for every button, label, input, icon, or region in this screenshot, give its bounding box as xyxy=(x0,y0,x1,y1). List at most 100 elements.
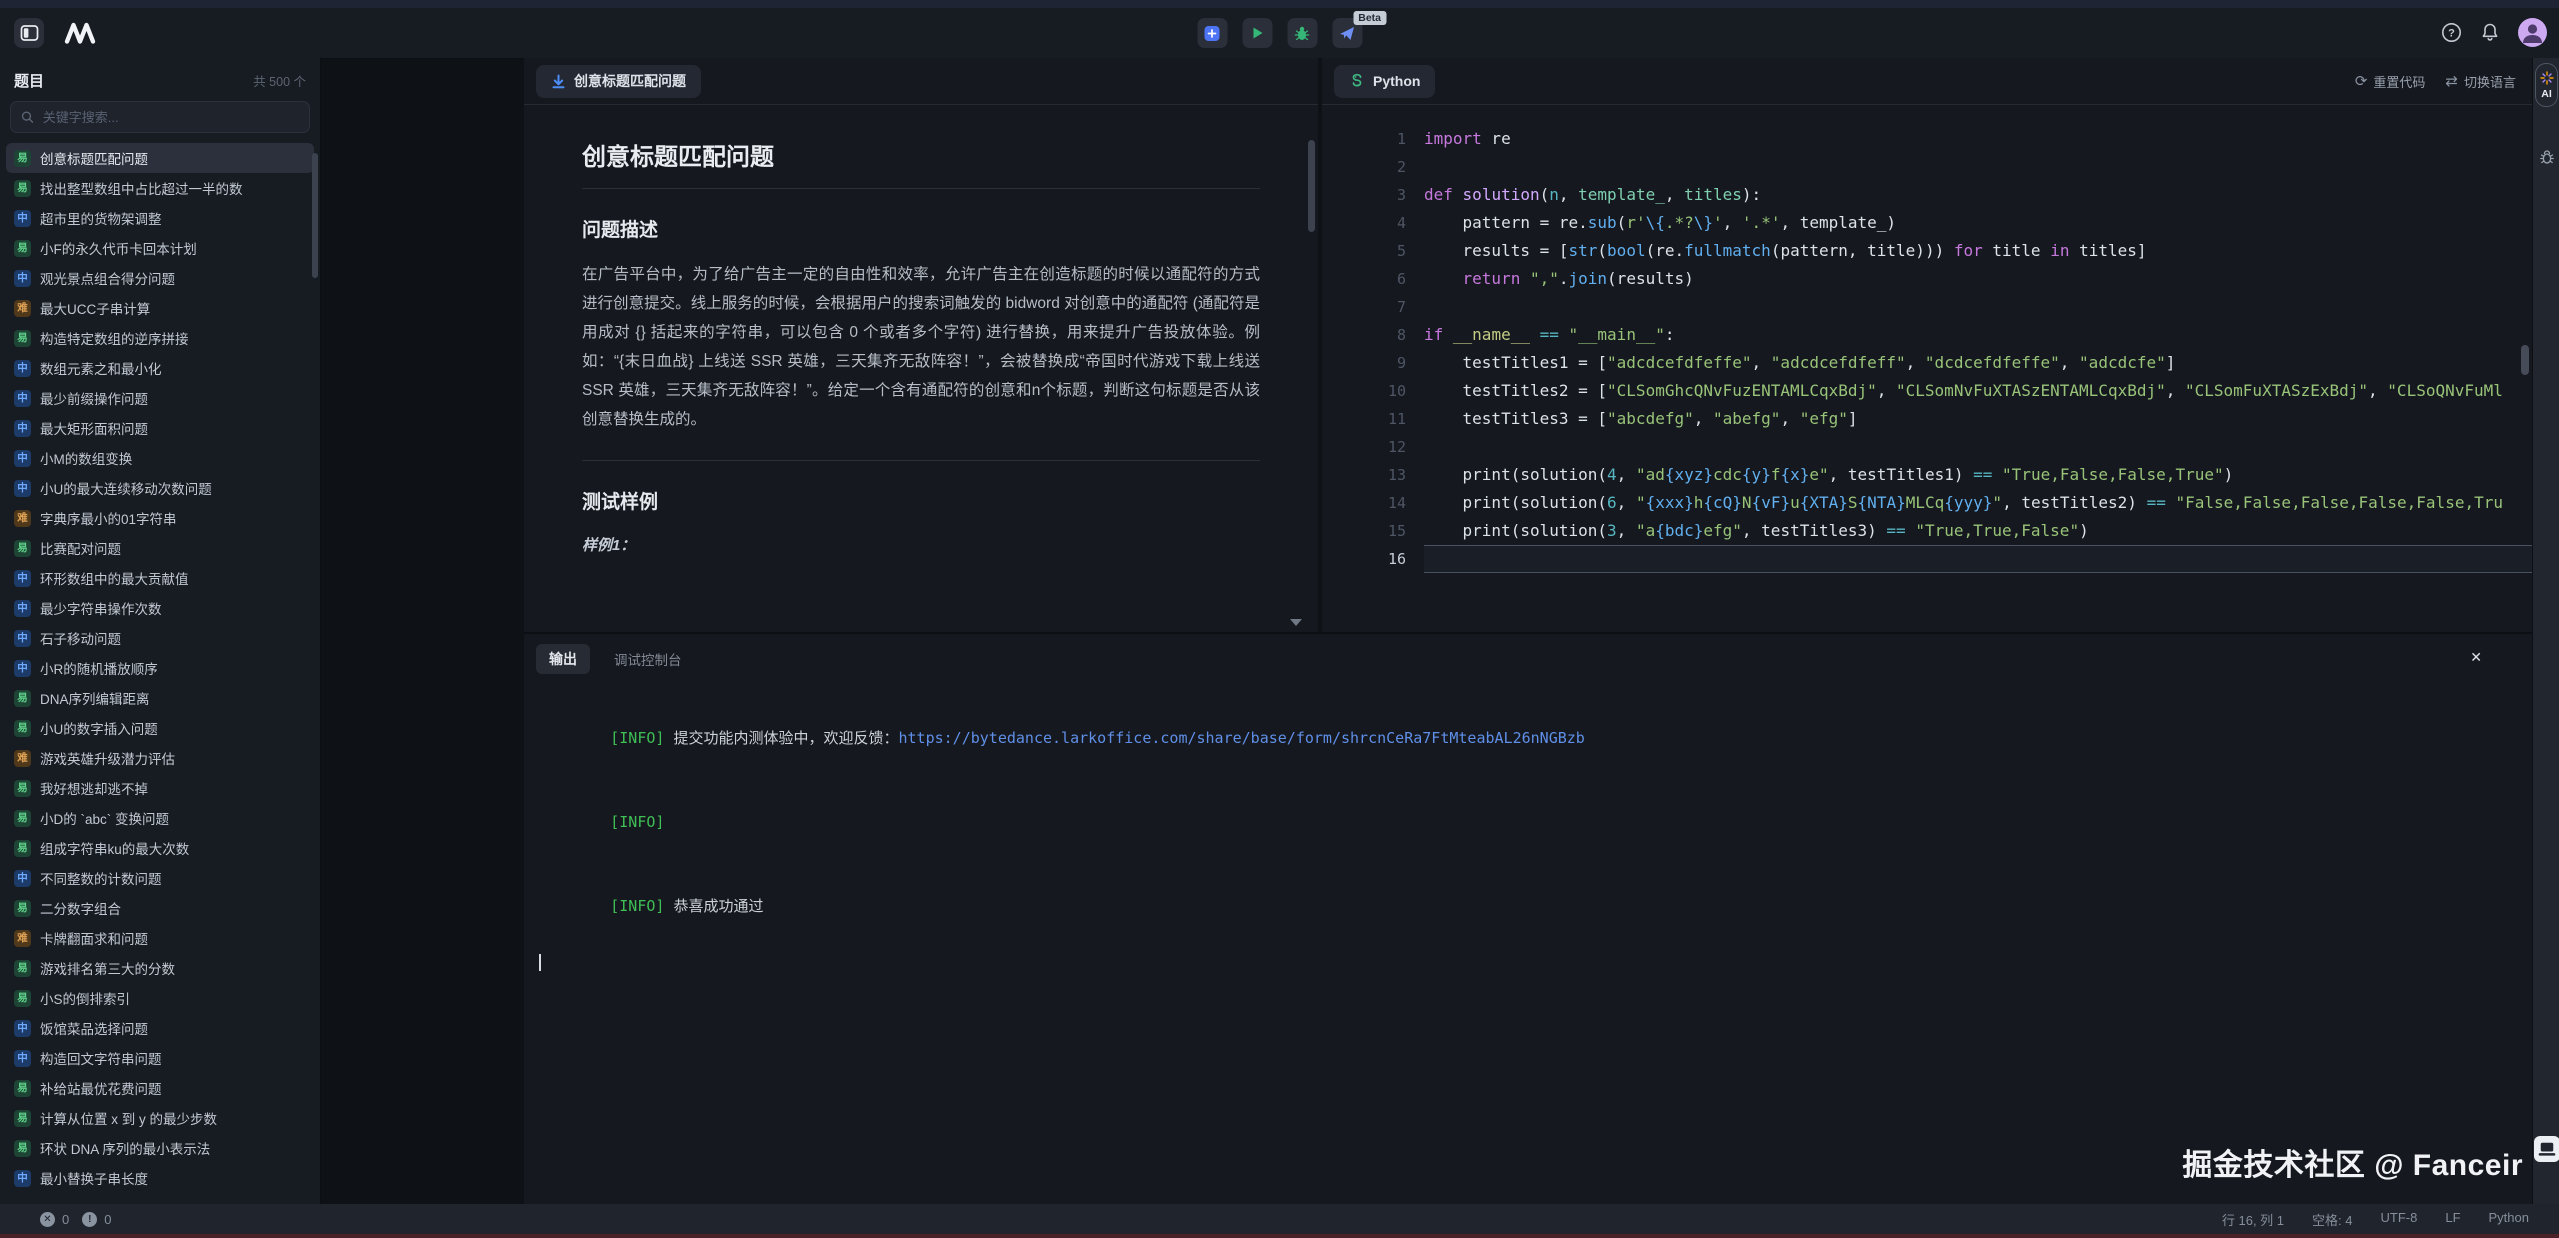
play-icon xyxy=(1249,25,1265,41)
difficulty-badge: 易 xyxy=(14,180,31,197)
problem-list-item[interactable]: 易 二分数字组合 xyxy=(6,893,314,923)
code-text: pattern = re.sub(r'\{.*?\}', '.*', templ… xyxy=(1424,209,2532,237)
problem-list-item[interactable]: 易 组成字符串ku的最大次数 xyxy=(6,833,314,863)
warnings-icon[interactable]: ! xyxy=(82,1212,97,1227)
code-line[interactable]: 14 print(solution(6, "{xxx}h{cQ}N{vF}u{X… xyxy=(1322,489,2532,517)
code-line[interactable]: 15 print(solution(3, "a{bdc}efg", testTi… xyxy=(1322,517,2532,545)
code-line[interactable]: 7 xyxy=(1322,293,2532,321)
problem-list-item[interactable]: 易 我好想逃却逃不掉 xyxy=(6,773,314,803)
problem-list-item[interactable]: 难 最大UCC子串计算 xyxy=(6,293,314,323)
problem-list-item[interactable]: 易 DNA序列编辑距离 xyxy=(6,683,314,713)
search-box[interactable] xyxy=(10,101,310,133)
code-line[interactable]: 3 def solution(n, template_, titles): xyxy=(1322,181,2532,209)
problem-list-item[interactable]: 中 不同整数的计数问题 xyxy=(6,863,314,893)
statusbar: ✕ 0 ! 0 行 16, 列 1 空格: 4 UTF-8 LF Python xyxy=(0,1204,2559,1234)
code-line[interactable]: 13 print(solution(4, "ad{xyz}cdc{y}f{x}e… xyxy=(1322,461,2532,489)
reset-code-button[interactable]: ⟳ 重置代码 xyxy=(2355,72,2426,91)
difficulty-badge: 中 xyxy=(14,390,31,407)
warning-count[interactable]: 0 xyxy=(104,1212,111,1227)
problem-list-item[interactable]: 易 小U的数字插入问题 xyxy=(6,713,314,743)
problem-list-item[interactable]: 中 数组元素之和最小化 xyxy=(6,353,314,383)
sidebar-scrollbar[interactable] xyxy=(312,153,318,278)
code-area[interactable]: 1 import re 2 3 def solution(n, template… xyxy=(1322,105,2532,573)
code-line[interactable]: 8 if __name__ == "__main__": xyxy=(1322,321,2532,349)
bell-icon[interactable] xyxy=(2480,22,2500,43)
run-button[interactable] xyxy=(1242,18,1272,48)
problem-list-item[interactable]: 易 小F的永久代币卡回本计划 xyxy=(6,233,314,263)
problem-list-item[interactable]: 易 计算从位置 x 到 y 的最少步数 xyxy=(6,1103,314,1133)
problem-list-item[interactable]: 易 环状 DNA 序列的最小表示法 xyxy=(6,1133,314,1163)
problem-list-item[interactable]: 难 字典序最小的01字符串 xyxy=(6,503,314,533)
problem-list-item[interactable]: 中 小U的最大连续移动次数问题 xyxy=(6,473,314,503)
code-line[interactable]: 12 xyxy=(1322,433,2532,461)
cursor-position[interactable]: 行 16, 列 1 xyxy=(2222,1210,2284,1229)
bottom-strip xyxy=(0,1234,2559,1238)
code-line[interactable]: 5 results = [str(bool(re.fullmatch(patte… xyxy=(1322,237,2532,265)
code-line[interactable]: 1 import re xyxy=(1322,125,2532,153)
problem-list-item[interactable]: 中 小M的数组变换 xyxy=(6,443,314,473)
sidebar-toggle-button[interactable] xyxy=(14,18,44,48)
console-close-icon[interactable]: ✕ xyxy=(2470,650,2482,664)
code-line[interactable]: 6 return ",".join(results) xyxy=(1322,265,2532,293)
console-line: [INFO] 提交功能内测体验中，欢迎反馈：https://bytedance.… xyxy=(538,696,2532,780)
scroll-down-indicator[interactable] xyxy=(1290,619,1302,626)
language-mode[interactable]: Python xyxy=(2489,1210,2529,1229)
problem-list-item[interactable]: 中 环形数组中的最大贡献值 xyxy=(6,563,314,593)
problem-scrollbar[interactable] xyxy=(1308,140,1315,232)
problem-list-item[interactable]: 中 石子移动问题 xyxy=(6,623,314,653)
editor-scrollbar[interactable] xyxy=(2521,345,2529,375)
language-tab[interactable]: Python xyxy=(1334,65,1435,98)
problem-list-item[interactable]: 易 游戏排名第三大的分数 xyxy=(6,953,314,983)
eol-type[interactable]: LF xyxy=(2445,1210,2460,1229)
panel-left-icon xyxy=(20,24,39,42)
code-text: print(solution(6, "{xxx}h{cQ}N{vF}u{XTA}… xyxy=(1424,489,2532,517)
indentation[interactable]: 空格: 4 xyxy=(2312,1210,2352,1229)
help-icon[interactable]: ? xyxy=(2441,22,2462,43)
problem-list-item[interactable]: 易 小S的倒排索引 xyxy=(6,983,314,1013)
problem-list-item[interactable]: 中 最少前缀操作问题 xyxy=(6,383,314,413)
debug-rail-button[interactable] xyxy=(2538,149,2556,165)
problem-list-item[interactable]: 中 观光景点组合得分问题 xyxy=(6,263,314,293)
problem-list-item[interactable]: 易 构造特定数组的逆序拼接 xyxy=(6,323,314,353)
user-avatar[interactable] xyxy=(2518,18,2547,47)
problem-list-item[interactable]: 易 创意标题匹配问题 xyxy=(6,143,314,173)
ai-label: AI xyxy=(2541,88,2552,100)
errors-icon[interactable]: ✕ xyxy=(40,1212,55,1227)
problem-item-title: 最少字符串操作次数 xyxy=(40,598,162,618)
code-line[interactable]: 11 testTitles3 = ["abcdefg", "abefg", "e… xyxy=(1322,405,2532,433)
tab-debug-console[interactable]: 调试控制台 xyxy=(614,649,682,669)
problem-list-item[interactable]: 易 补给站最优花费问题 xyxy=(6,1073,314,1103)
ai-assistant-button[interactable]: AI xyxy=(2535,63,2558,107)
switch-language-button[interactable]: ⇄ 切换语言 xyxy=(2445,72,2516,91)
bug-outline-icon xyxy=(2539,149,2555,165)
debug-button[interactable] xyxy=(1287,18,1317,48)
problem-list-item[interactable]: 中 饭馆菜品选择问题 xyxy=(6,1013,314,1043)
problem-list-item[interactable]: 中 最小替换子串长度 xyxy=(6,1163,314,1193)
difficulty-badge: 中 xyxy=(14,1020,31,1037)
problem-list-item[interactable]: 中 小R的随机播放顺序 xyxy=(6,653,314,683)
search-input[interactable] xyxy=(41,109,299,126)
submit-button[interactable]: Beta xyxy=(1332,18,1362,48)
problem-list-item[interactable]: 易 找出整型数组中占比超过一半的数 xyxy=(6,173,314,203)
problem-list-item[interactable]: 中 最大矩形面积问题 xyxy=(6,413,314,443)
error-count[interactable]: 0 xyxy=(62,1212,69,1227)
problem-list-item[interactable]: 中 构造回文字符串问题 xyxy=(6,1043,314,1073)
problem-list-item[interactable]: 中 超市里的货物架调整 xyxy=(6,203,314,233)
problem-list-item[interactable]: 易 比赛配对问题 xyxy=(6,533,314,563)
code-line[interactable]: 2 xyxy=(1322,153,2532,181)
code-line[interactable]: 4 pattern = re.sub(r'\{.*?\}', '.*', tem… xyxy=(1322,209,2532,237)
device-preview-button[interactable] xyxy=(2534,1136,2559,1162)
bug-icon xyxy=(1294,25,1311,42)
encoding[interactable]: UTF-8 xyxy=(2381,1210,2418,1229)
problem-list-item[interactable]: 易 小D的 `abc` 变换问题 xyxy=(6,803,314,833)
code-line[interactable]: 10 testTitles2 = ["CLSomGhcQNvFuzENTAMLC… xyxy=(1322,377,2532,405)
problem-list-item[interactable]: 中 最少字符串操作次数 xyxy=(6,593,314,623)
problem-tab[interactable]: 创意标题匹配问题 xyxy=(536,65,701,98)
code-line[interactable]: 16 xyxy=(1322,545,2532,573)
code-line[interactable]: 9 testTitles1 = ["adcdcefdfeffe", "adcdc… xyxy=(1322,349,2532,377)
code-text: if __name__ == "__main__": xyxy=(1424,321,2532,349)
tab-output[interactable]: 输出 xyxy=(536,644,590,674)
new-session-button[interactable] xyxy=(1197,18,1227,48)
problem-list-item[interactable]: 难 游戏英雄升级潜力评估 xyxy=(6,743,314,773)
problem-list-item[interactable]: 难 卡牌翻面求和问题 xyxy=(6,923,314,953)
